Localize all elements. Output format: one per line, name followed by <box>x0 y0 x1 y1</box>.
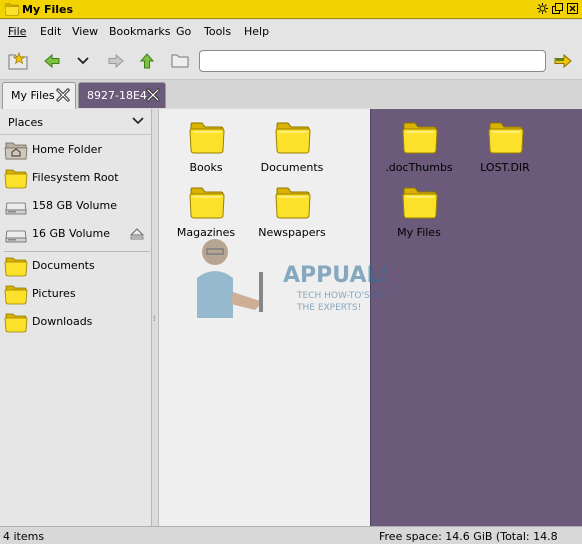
file-item-lost-dir[interactable]: LOST.DIR <box>465 115 545 179</box>
file-item-newspapers[interactable]: Newspapers <box>252 180 332 244</box>
menu-bar: File Edit View Bookmarks Go Tools Help <box>0 20 582 42</box>
eject-icon[interactable] <box>130 228 144 240</box>
sidebar-item-label: Pictures <box>32 287 76 300</box>
places-header[interactable]: Places <box>0 109 152 135</box>
menu-bookmarks[interactable]: Bookmarks <box>109 25 170 38</box>
folder-icon <box>487 117 525 157</box>
window-title: My Files <box>22 3 74 16</box>
sidebar-item-158gb-volume[interactable]: 158 GB Volume <box>0 192 152 220</box>
menu-go[interactable]: Go <box>176 25 191 38</box>
close-window-icon[interactable] <box>566 2 579 15</box>
menu-view[interactable]: View <box>72 25 98 38</box>
address-input[interactable] <box>199 50 546 72</box>
sidebar: Places Home Folder Filesystem Root 158 G… <box>0 109 152 526</box>
sidebar-item-downloads[interactable]: Downloads <box>0 308 152 336</box>
file-item-my-files[interactable]: My Files <box>379 180 459 244</box>
menu-file[interactable]: File <box>8 25 26 38</box>
sidebar-item-home-folder[interactable]: Home Folder <box>0 136 152 164</box>
toolbar <box>0 42 582 80</box>
file-item-label: LOST.DIR <box>480 161 530 174</box>
close-tab-icon[interactable] <box>145 87 161 103</box>
folder-icon <box>188 182 226 222</box>
forward-arrow-icon[interactable] <box>104 50 128 72</box>
file-item-label: Books <box>189 161 223 174</box>
tab-my-files[interactable]: My Files <box>2 82 76 109</box>
folder-icon <box>4 283 28 305</box>
free-space-label: Free space: 14.6 GiB (Total: 14.8 GiB) <box>379 530 558 544</box>
file-item-label: Documents <box>260 161 324 174</box>
back-arrow-icon[interactable] <box>40 50 64 72</box>
menu-help[interactable]: Help <box>244 25 269 38</box>
sidebar-item-documents[interactable]: Documents <box>0 252 152 280</box>
file-item-documents[interactable]: Documents <box>252 115 332 179</box>
folder-icon <box>401 117 439 157</box>
sidebar-item-label: 158 GB Volume <box>32 199 117 212</box>
folder-icon <box>4 255 28 277</box>
up-arrow-icon[interactable] <box>135 50 159 72</box>
title-bar: My Files <box>0 0 582 19</box>
drive-icon <box>5 230 27 243</box>
tab-label: My Files <box>11 89 55 102</box>
folder-icon <box>4 311 28 333</box>
sidebar-item-label: Filesystem Root <box>32 171 119 184</box>
folder-icon <box>4 167 28 189</box>
folder-location-icon[interactable] <box>168 50 192 72</box>
history-dropdown-chevron-icon[interactable] <box>71 50 95 72</box>
app-folder-icon <box>4 2 20 19</box>
sidebar-item-label: Downloads <box>32 315 93 328</box>
close-tab-icon[interactable] <box>55 87 71 103</box>
menu-tools[interactable]: Tools <box>204 25 231 38</box>
folder-icon <box>188 117 226 157</box>
sidebar-item-label: Documents <box>32 259 95 272</box>
sidebar-item-filesystem-root[interactable]: Filesystem Root <box>0 164 152 192</box>
file-pane-left[interactable]: Books Documents Magazines Newspapers <box>158 109 370 526</box>
file-item-docthumbs[interactable]: .docThumbs <box>379 115 459 179</box>
chevron-down-icon[interactable] <box>132 116 144 126</box>
places-label: Places <box>8 116 43 129</box>
tab-volume[interactable]: 8927-18E4 <box>78 82 166 108</box>
sidebar-item-pictures[interactable]: Pictures <box>0 280 152 308</box>
file-pane-right[interactable]: .docThumbs LOST.DIR My Files <box>370 109 582 526</box>
menu-edit[interactable]: Edit <box>40 25 61 38</box>
tab-label: 8927-18E4 <box>87 89 147 102</box>
file-item-label: .docThumbs <box>385 161 453 174</box>
sidebar-item-label: 16 GB Volume <box>32 227 110 240</box>
file-item-books[interactable]: Books <box>166 115 246 179</box>
sidebar-item-label: Home Folder <box>32 143 102 156</box>
pin-icon[interactable] <box>536 2 549 15</box>
splitter-grip-icon[interactable]: ⁞ <box>153 314 156 323</box>
folder-icon <box>274 182 312 222</box>
file-item-magazines[interactable]: Magazines <box>166 180 246 244</box>
home-folder-icon <box>4 142 28 160</box>
item-count: 4 items <box>3 530 45 543</box>
folder-icon <box>274 117 312 157</box>
file-item-label: Magazines <box>176 226 236 239</box>
sidebar-item-16gb-volume[interactable]: 16 GB Volume <box>0 220 152 248</box>
drive-icon <box>5 202 27 215</box>
file-item-label: Newspapers <box>258 226 326 239</box>
go-arrow-icon[interactable] <box>551 50 575 72</box>
status-bar: 4 items Free space: 14.6 GiB (Total: 14.… <box>0 526 582 544</box>
folder-icon <box>401 182 439 222</box>
new-folder-star-icon[interactable] <box>6 50 30 72</box>
tab-bar: My Files 8927-18E4 <box>0 80 582 109</box>
file-item-label: My Files <box>397 226 441 239</box>
restore-icon[interactable] <box>551 2 564 15</box>
